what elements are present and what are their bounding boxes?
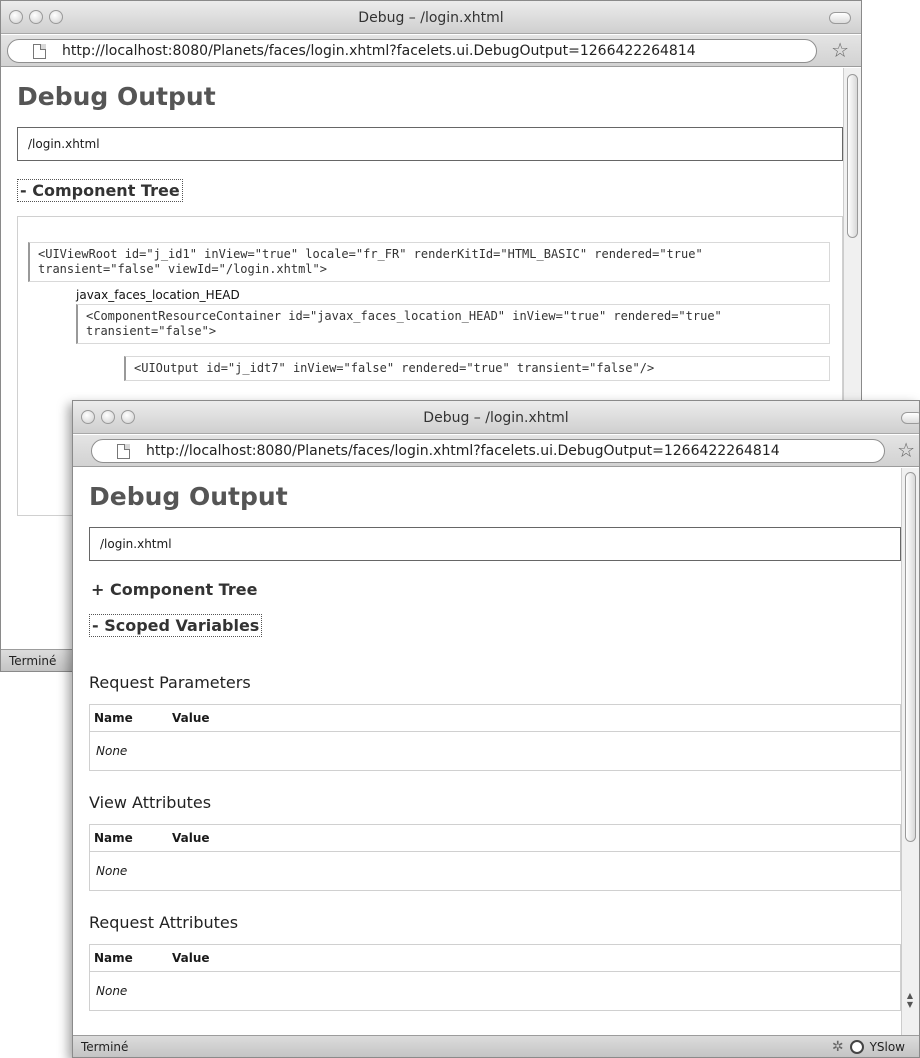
browser-window-front[interactable]: Debug – /login.xhtml http://localhost:80…	[72, 400, 920, 1058]
vertical-scrollbar[interactable]: ▲ ▼	[901, 468, 919, 1035]
scrollbar-thumb[interactable]	[905, 472, 916, 842]
table-row: None	[96, 984, 128, 998]
facet-label: javax_faces_location_HEAD	[76, 288, 240, 302]
address-toolbar: http://localhost:8080/Planets/faces/logi…	[73, 435, 919, 467]
tree-node-resource-container: <ComponentResourceContainer id="javax_fa…	[76, 304, 830, 344]
page-icon	[33, 44, 46, 59]
firebug-icon[interactable]: ✲	[832, 1039, 844, 1055]
tree-node-uioutput: <UIOutput id="j_idt7" inView="false" ren…	[124, 356, 830, 381]
url-text[interactable]: http://localhost:8080/Planets/faces/logi…	[146, 443, 780, 459]
component-tree-toggle[interactable]: - Component Tree	[17, 179, 183, 202]
bookmark-star-icon[interactable]: ☆	[897, 438, 915, 462]
status-text: Terminé	[81, 1040, 129, 1054]
address-toolbar: http://localhost:8080/Planets/faces/logi…	[1, 35, 861, 67]
section-title-request-parameters: Request Parameters	[89, 673, 251, 692]
column-name: Name	[94, 711, 133, 725]
column-name: Name	[94, 831, 133, 845]
window-title: Debug – /login.xhtml	[423, 410, 569, 426]
view-path-box: /login.xhtml	[17, 127, 843, 161]
page-title: Debug Output	[17, 82, 216, 111]
yslow-label[interactable]: YSlow	[870, 1040, 905, 1054]
scoped-variables-toggle[interactable]: - Scoped Variables	[89, 614, 263, 637]
bookmark-star-icon[interactable]: ☆	[831, 38, 849, 62]
window-title: Debug – /login.xhtml	[358, 10, 504, 26]
table-header: Name Value	[90, 825, 900, 852]
table-row: None	[96, 864, 128, 878]
title-bar[interactable]: Debug – /login.xhtml	[1, 1, 861, 34]
yslow-icon[interactable]	[849, 1040, 864, 1054]
column-name: Name	[94, 951, 133, 965]
table-row: None	[96, 744, 128, 758]
page-title: Debug Output	[89, 482, 288, 511]
toolbar-toggle-button[interactable]	[901, 412, 919, 424]
table-header: Name Value	[90, 945, 900, 972]
view-attributes-table: Name Value None	[89, 824, 901, 891]
toolbar-toggle-button[interactable]	[829, 12, 851, 24]
toggle-list: + Component Tree	[89, 561, 901, 600]
column-value: Value	[172, 711, 210, 725]
title-bar[interactable]: Debug – /login.xhtml	[73, 401, 919, 434]
request-parameters-table: Name Value None	[89, 704, 901, 771]
statusbar-addons: ✲ YSlow	[832, 1039, 905, 1055]
page-icon	[117, 444, 130, 459]
table-header: Name Value	[90, 705, 900, 732]
section-title-request-attributes: Request Attributes	[89, 913, 239, 932]
column-value: Value	[172, 831, 210, 845]
status-text: Terminé	[9, 654, 57, 668]
component-tree-toggle[interactable]: + Component Tree	[89, 579, 259, 600]
scrollbar-thumb[interactable]	[847, 74, 858, 238]
page-content: Debug Output /login.xhtml + Component Tr…	[73, 468, 901, 1035]
address-field[interactable]: http://localhost:8080/Planets/faces/logi…	[7, 39, 817, 63]
request-attributes-table: Name Value None	[89, 944, 901, 1011]
column-value: Value	[172, 951, 210, 965]
view-path-box: /login.xhtml	[89, 527, 901, 561]
scroll-arrows-icon[interactable]: ▲ ▼	[903, 991, 917, 1009]
section-title-view-attributes: View Attributes	[89, 793, 212, 812]
address-field[interactable]: http://localhost:8080/Planets/faces/logi…	[91, 439, 885, 463]
tree-node-viewroot: <UIViewRoot id="j_id1" inView="true" loc…	[28, 242, 830, 282]
url-text[interactable]: http://localhost:8080/Planets/faces/logi…	[62, 43, 696, 59]
status-bar: Terminé ✲ YSlow	[73, 1035, 919, 1057]
